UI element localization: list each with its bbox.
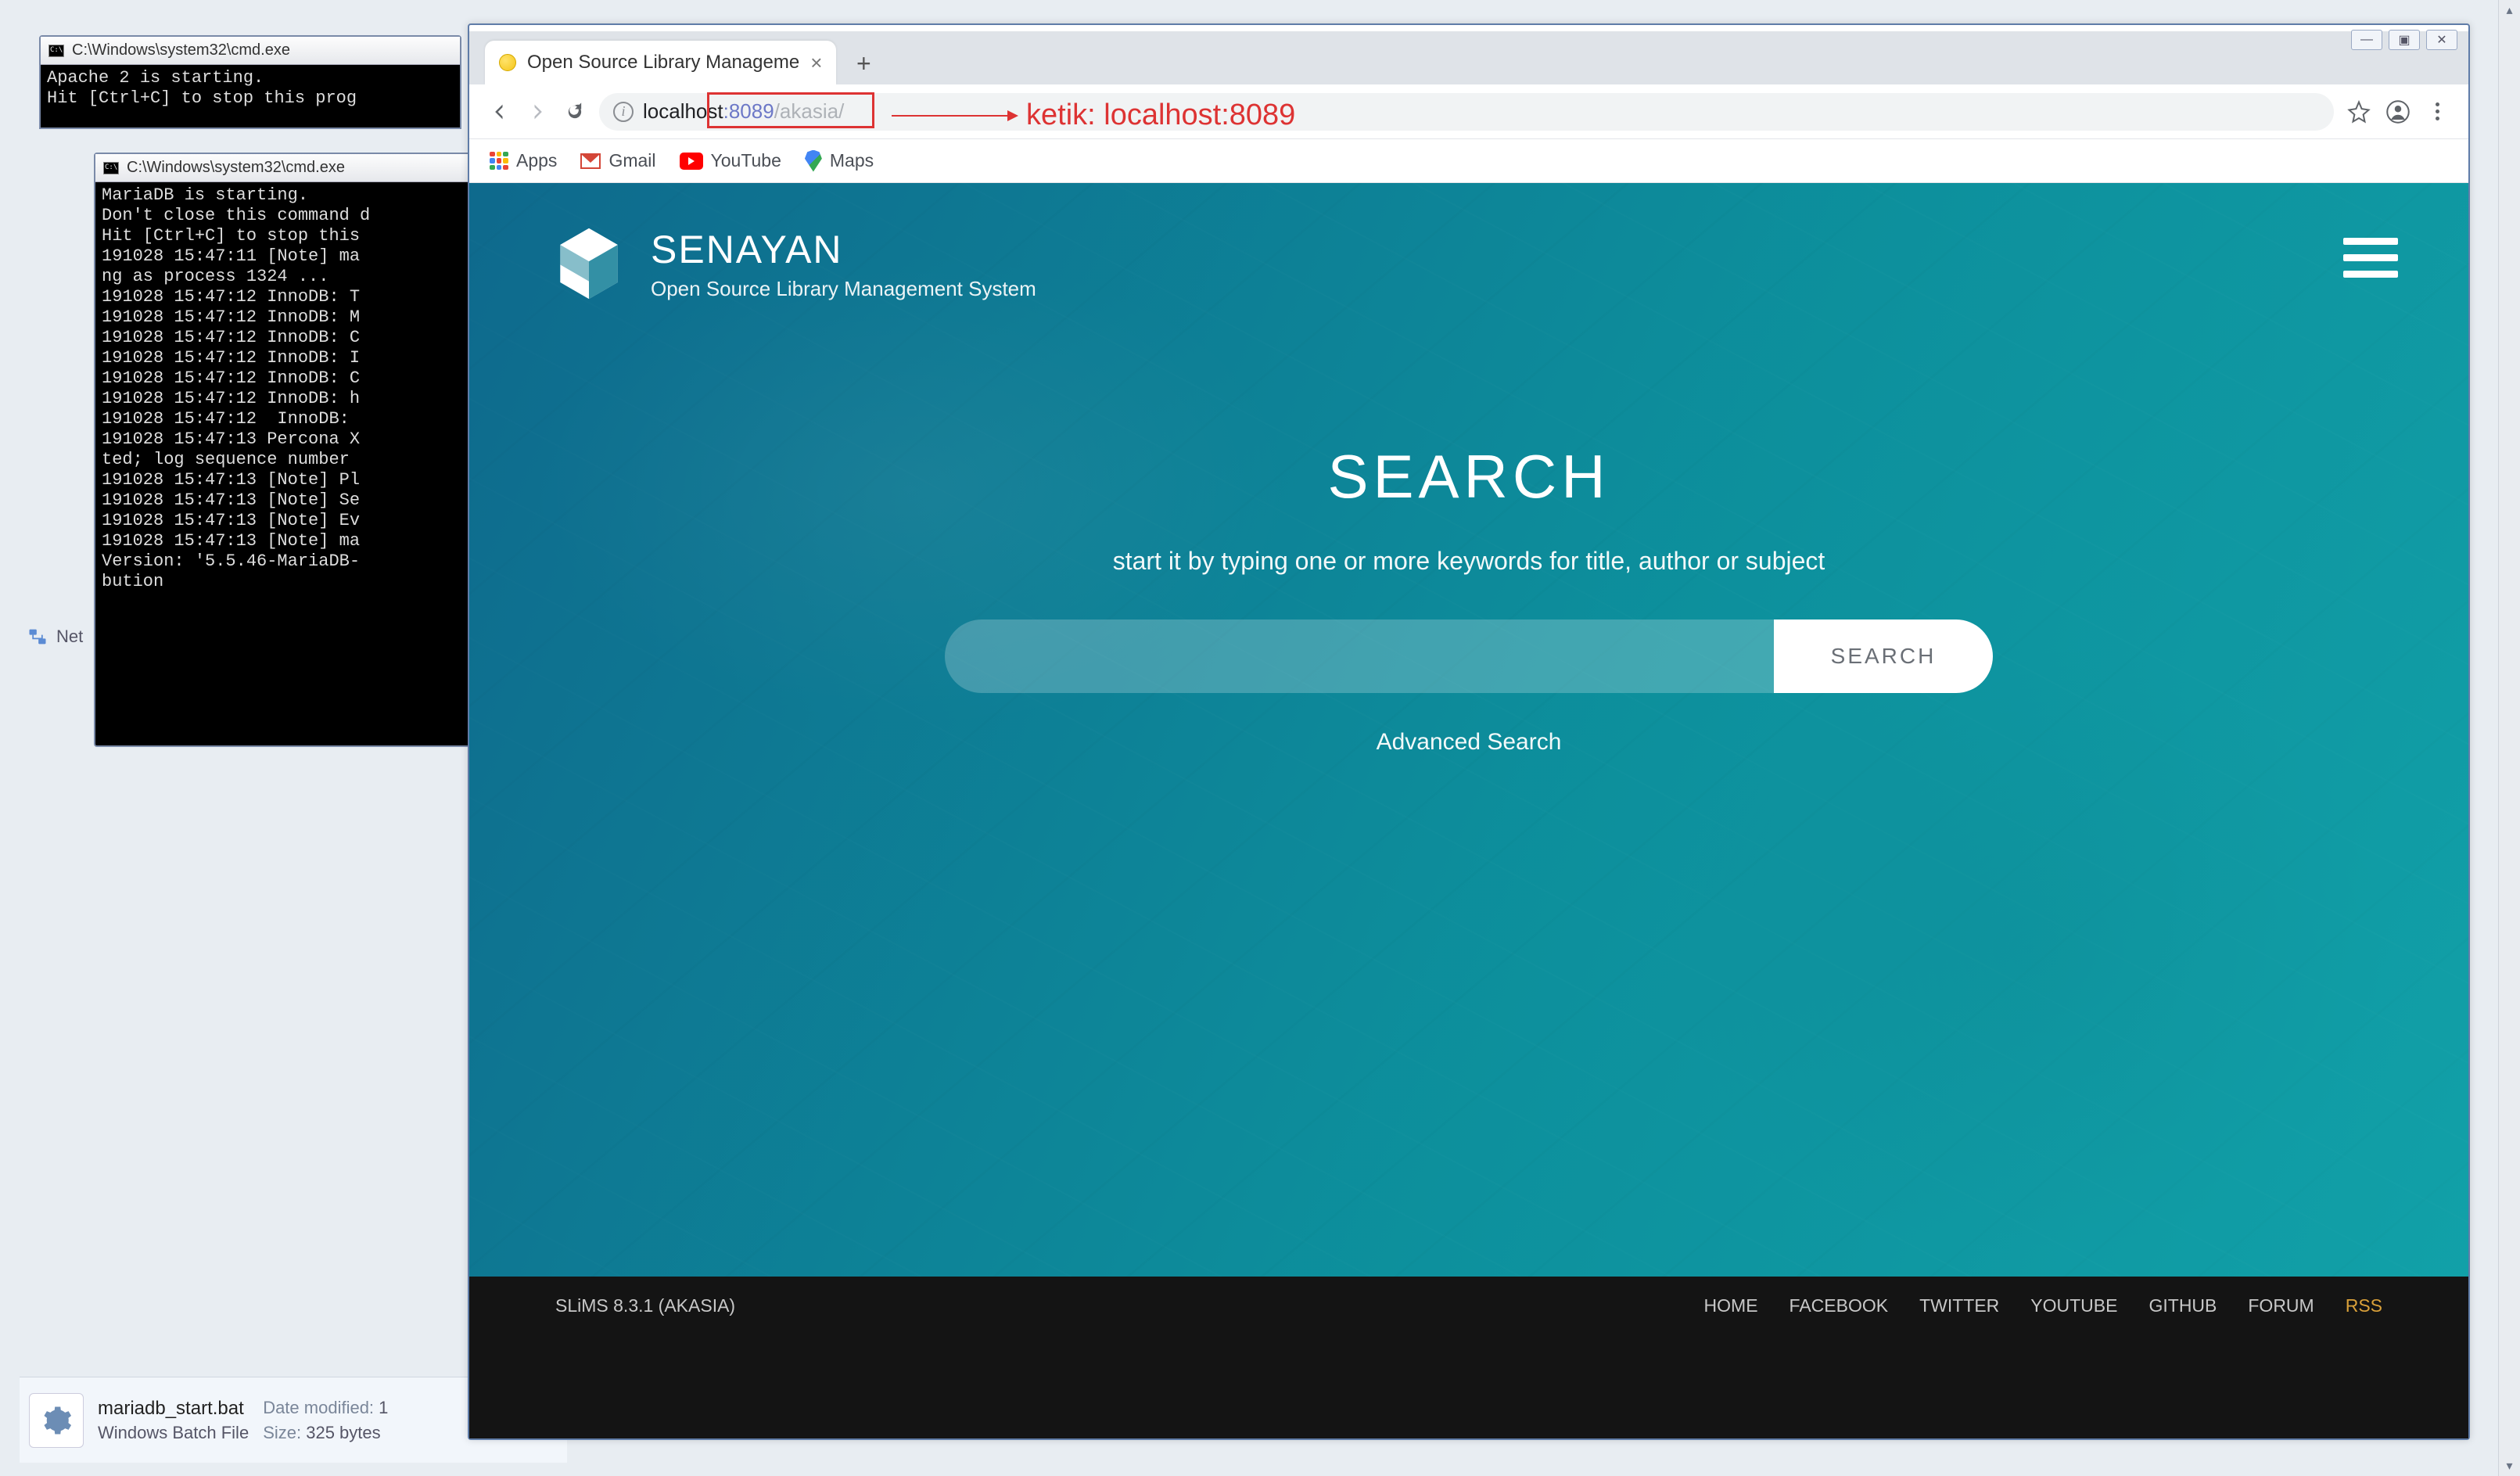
gear-icon xyxy=(40,1404,73,1437)
annotation-arrow: ketik: localhost:8089 xyxy=(892,99,1295,132)
footer-link-forum[interactable]: FORUM xyxy=(2248,1295,2314,1316)
version-text: SLiMS 8.3.1 (AKASIA) xyxy=(555,1295,735,1316)
apps-icon xyxy=(490,152,508,171)
maps-icon xyxy=(805,150,822,172)
arrow-icon xyxy=(892,115,1017,117)
sidebar-network-label: Net xyxy=(56,627,83,647)
cmd-icon xyxy=(103,162,119,174)
search-form: SEARCH xyxy=(921,619,2016,693)
senayan-logo-icon xyxy=(555,226,623,301)
date-modified-label: Date modified: xyxy=(263,1398,374,1417)
footer-link-home[interactable]: HOME xyxy=(1704,1295,1758,1316)
youtube-icon xyxy=(680,153,703,170)
chrome-titlebar[interactable]: — ▣ ✕ xyxy=(469,25,2468,31)
browser-toolbar: i localhost:8089/akasia/ ketik: localhos… xyxy=(469,84,2468,139)
size-value: 325 bytes xyxy=(306,1423,380,1442)
url-text: localhost:8089/akasia/ xyxy=(643,99,844,124)
site-info-icon[interactable]: i xyxy=(613,102,634,122)
bookmark-gmail[interactable]: Gmail xyxy=(580,150,655,171)
address-bar[interactable]: i localhost:8089/akasia/ xyxy=(599,93,2334,131)
browser-tab[interactable]: Open Source Library Manageme × xyxy=(485,41,836,84)
tab-title: Open Source Library Manageme xyxy=(527,52,799,74)
bookmark-label: Apps xyxy=(516,150,557,171)
cmd1-output: Apache 2 is starting. Hit [Ctrl+C] to st… xyxy=(41,65,460,112)
cmd2-output: MariaDB is starting. Don't close this co… xyxy=(95,182,476,595)
menu-button[interactable] xyxy=(2343,238,2398,278)
file-icon xyxy=(29,1393,84,1448)
scroll-track[interactable] xyxy=(2499,20,2520,1456)
file-name: mariadb_start.bat xyxy=(98,1398,249,1420)
footer-link-rss[interactable]: RSS xyxy=(2346,1295,2382,1316)
tab-strip: Open Source Library Manageme × + xyxy=(469,31,2468,84)
window-close-button[interactable]: ✕ xyxy=(2426,30,2457,50)
brand-block[interactable]: SENAYAN Open Source Library Management S… xyxy=(555,226,1036,301)
back-button[interactable] xyxy=(486,99,513,125)
chrome-menu-button[interactable] xyxy=(2423,98,2451,126)
hero-section: SENAYAN Open Source Library Management S… xyxy=(469,183,2468,1277)
new-tab-button[interactable]: + xyxy=(847,47,880,80)
brand-subtitle: Open Source Library Management System xyxy=(651,277,1036,301)
footer-link-facebook[interactable]: FACEBOOK xyxy=(1789,1295,1889,1316)
footer-link-youtube[interactable]: YOUTUBE xyxy=(2030,1295,2117,1316)
bookmark-label: Maps xyxy=(830,150,874,171)
chrome-window: — ▣ ✕ Open Source Library Manageme × + i… xyxy=(468,23,2470,1440)
footer-links: HOME FACEBOOK TWITTER YOUTUBE GITHUB FOR… xyxy=(1704,1295,2382,1316)
bookmark-maps[interactable]: Maps xyxy=(805,150,874,172)
network-icon xyxy=(27,626,48,648)
page-viewport: SENAYAN Open Source Library Management S… xyxy=(469,183,2468,1438)
page-footer: SLiMS 8.3.1 (AKASIA) HOME FACEBOOK TWITT… xyxy=(469,1277,2468,1438)
forward-button xyxy=(524,99,551,125)
brand-title: SENAYAN xyxy=(651,227,1036,272)
bookmark-star-button[interactable] xyxy=(2345,98,2373,126)
favicon-icon xyxy=(499,54,516,71)
tab-close-button[interactable]: × xyxy=(810,51,822,75)
cmd2-titlebar[interactable]: C:\Windows\system32\cmd.exe xyxy=(95,154,476,182)
window-minimize-button[interactable]: — xyxy=(2351,30,2382,50)
bookmarks-bar: Apps Gmail YouTube Maps xyxy=(469,139,2468,183)
search-heading: SEARCH xyxy=(921,441,2016,512)
annotation-text: ketik: localhost:8089 xyxy=(1026,99,1295,132)
cmd-window-apache: C:\Windows\system32\cmd.exe Apache 2 is … xyxy=(39,35,461,129)
cmd1-title: C:\Windows\system32\cmd.exe xyxy=(72,41,290,59)
scroll-up-icon[interactable]: ▴ xyxy=(2499,0,2520,20)
scroll-down-icon[interactable]: ▾ xyxy=(2499,1456,2520,1476)
sidebar-network-item[interactable]: Net xyxy=(27,626,83,648)
bookmark-apps[interactable]: Apps xyxy=(490,150,557,171)
footer-link-github[interactable]: GITHUB xyxy=(2148,1295,2217,1316)
os-scrollbar[interactable]: ▴ ▾ xyxy=(2498,0,2520,1476)
file-type: Windows Batch File xyxy=(98,1423,249,1443)
search-subtitle: start it by typing one or more keywords … xyxy=(921,547,2016,576)
cmd-icon xyxy=(48,45,64,57)
date-modified-value: 1 xyxy=(379,1398,388,1417)
cmd-window-mariadb: C:\Windows\system32\cmd.exe MariaDB is s… xyxy=(94,153,477,747)
search-block: SEARCH start it by typing one or more ke… xyxy=(921,441,2016,756)
cmd1-titlebar[interactable]: C:\Windows\system32\cmd.exe xyxy=(41,37,460,65)
advanced-search-link[interactable]: Advanced Search xyxy=(921,729,2016,756)
cmd2-title: C:\Windows\system32\cmd.exe xyxy=(127,159,345,177)
bookmark-youtube[interactable]: YouTube xyxy=(680,150,781,171)
bookmark-label: Gmail xyxy=(608,150,655,171)
file-metadata: mariadb_start.bat Date modified: 1 Windo… xyxy=(98,1398,388,1443)
search-input[interactable] xyxy=(945,619,1774,693)
size-label: Size: xyxy=(263,1423,301,1442)
window-maximize-button[interactable]: ▣ xyxy=(2389,30,2420,50)
reload-button[interactable] xyxy=(562,99,588,125)
search-button[interactable]: SEARCH xyxy=(1774,619,1993,693)
profile-button[interactable] xyxy=(2384,98,2412,126)
footer-link-twitter[interactable]: TWITTER xyxy=(1919,1295,1999,1316)
bookmark-label: YouTube xyxy=(711,150,781,171)
gmail-icon xyxy=(580,153,601,169)
